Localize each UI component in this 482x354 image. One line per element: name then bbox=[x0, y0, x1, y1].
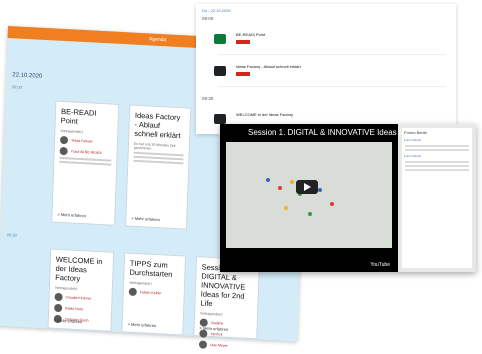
chat-message: Forum Berlin bbox=[404, 138, 422, 142]
more-link[interactable]: > Mehr erfahren bbox=[54, 318, 83, 324]
text-line bbox=[133, 159, 184, 165]
list-item[interactable]: BE-READI Point bbox=[214, 28, 446, 55]
session-icon bbox=[214, 34, 226, 44]
speaker-name: Uwe Meyer bbox=[209, 342, 228, 348]
diagram-dot bbox=[266, 178, 270, 182]
card-title: BE-READI Point bbox=[60, 106, 97, 126]
avatar bbox=[128, 287, 137, 297]
card-meta: Vortragende(r) bbox=[60, 128, 83, 135]
diagram-dot bbox=[278, 186, 282, 190]
chat-line bbox=[405, 149, 469, 151]
diagram-dot bbox=[318, 188, 322, 192]
speaker: Tessa Falkner bbox=[59, 135, 112, 147]
avatar bbox=[54, 303, 63, 313]
card-meta: Vortragende(r) bbox=[129, 280, 152, 286]
speaker-name: Claudia Kirchner bbox=[65, 295, 92, 301]
avatar bbox=[59, 135, 69, 145]
card-title: WELCOME in der Ideas Factory bbox=[55, 254, 103, 284]
chat-line bbox=[405, 145, 469, 147]
speaker-name: Tessa Falkner bbox=[70, 138, 93, 144]
speaker: Fabian Kelber bbox=[128, 287, 179, 299]
video-panel: Session 1. DIGITAL & INNOVATIVE Ideas fo… bbox=[220, 124, 476, 272]
time-slot: 09:00 bbox=[202, 16, 214, 21]
speaker: Uwe Meyer bbox=[198, 340, 251, 351]
agenda-card[interactable]: BE-READI Point Vortragende(r) Tessa Falk… bbox=[51, 100, 120, 226]
speaker-name: Vladimir bbox=[210, 320, 224, 326]
video-icon bbox=[214, 114, 226, 124]
play-button[interactable] bbox=[296, 180, 318, 194]
diagram-dot bbox=[308, 212, 312, 216]
time-slot: 09:30 bbox=[202, 96, 214, 101]
card-meta: Vortragende(r) bbox=[200, 311, 223, 317]
avatar bbox=[198, 340, 208, 349]
status-badge bbox=[236, 40, 250, 44]
speaker: Claudia Kirchner bbox=[54, 292, 106, 304]
card-title: TIPPS zum Durchstarten bbox=[129, 258, 173, 279]
card-meta: Vortragende(r) bbox=[54, 285, 78, 291]
list-header: Do - 22.10.2020 bbox=[202, 8, 231, 13]
chat-title: Forum Berlin bbox=[404, 130, 427, 135]
diagram-dot bbox=[290, 180, 294, 184]
agenda-card[interactable]: WELCOME in der Ideas Factory Vortragende… bbox=[47, 248, 115, 332]
speaker-name: Yannick bbox=[210, 331, 223, 337]
more-link[interactable]: > Mehr erfahren bbox=[57, 212, 86, 218]
youtube-logo: YouTube bbox=[370, 262, 390, 268]
list-item-name: WELCOME in der Ideas Factory bbox=[236, 112, 294, 117]
speaker: Yusuf Ali BE-READI bbox=[59, 146, 112, 158]
card-meta: Es hat uns 30 Minuten Zeit genommen bbox=[133, 141, 176, 151]
speaker-name: Rabia Nura bbox=[65, 306, 83, 312]
chat-panel: Forum Berlin Forum Berlin Forum Berlin bbox=[402, 128, 472, 268]
chat-message: Forum Berlin bbox=[404, 154, 422, 158]
text-line bbox=[59, 160, 112, 166]
list-item-name: BE-READI Point bbox=[236, 32, 266, 37]
speaker: Rabia Nura bbox=[54, 303, 106, 315]
time-slot: 09:00 bbox=[11, 84, 22, 90]
more-link[interactable]: > Mehr erfahren bbox=[131, 216, 160, 222]
speaker-name: Fabian Kelber bbox=[139, 290, 162, 296]
avatar bbox=[59, 146, 68, 156]
chat-line bbox=[405, 165, 469, 167]
list-item-name: Ideas Factory - Ablauf schnell erklärt bbox=[236, 64, 301, 69]
more-link[interactable]: > Mehr erfahren bbox=[128, 322, 157, 328]
avatar bbox=[54, 292, 63, 302]
chat-line bbox=[405, 169, 469, 171]
agenda-card[interactable]: Ideas Factory - Ablauf schnell erklärt E… bbox=[125, 104, 192, 230]
diagram-dot bbox=[284, 206, 288, 210]
schedule-list-panel: Do - 22.10.2020 09:00 BE-READI Point Ide… bbox=[196, 4, 456, 135]
chat-line bbox=[405, 161, 469, 163]
speaker-name: Yusuf Ali BE-READI bbox=[70, 149, 102, 156]
time-slot: 09:30 bbox=[6, 232, 17, 238]
video-player[interactable]: Session 1. DIGITAL & INNOVATIVE Ideas fo… bbox=[220, 124, 439, 272]
agenda-date: 22.10.2020 bbox=[12, 72, 43, 80]
status-badge bbox=[236, 72, 250, 76]
diagram-dot bbox=[330, 202, 334, 206]
video-icon bbox=[214, 66, 226, 76]
video-frame[interactable] bbox=[226, 142, 392, 248]
list-item[interactable]: Ideas Factory - Ablauf schnell erklärt bbox=[214, 60, 446, 87]
card-title: Ideas Factory - Ablauf schnell erklärt bbox=[134, 110, 181, 141]
agenda-card[interactable]: TIPPS zum Durchstarten Vortragende(r) Fa… bbox=[121, 252, 187, 336]
